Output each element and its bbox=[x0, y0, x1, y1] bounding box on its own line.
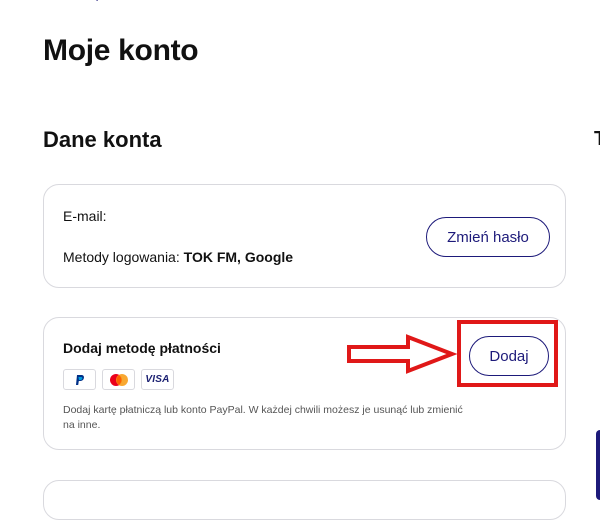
payment-icons: VISA bbox=[63, 369, 174, 390]
page-title: Moje konto bbox=[43, 34, 199, 67]
paypal-icon bbox=[63, 369, 96, 390]
payment-method-title: Dodaj metodę płatności bbox=[63, 340, 221, 356]
annotation-arrow-icon bbox=[347, 334, 458, 374]
mastercard-icon bbox=[102, 369, 135, 390]
cropped-side-element bbox=[596, 430, 600, 500]
annotation-highlight-box bbox=[457, 320, 558, 387]
login-methods-label: Metody logowania: bbox=[63, 249, 180, 265]
email-label: E-mail: bbox=[63, 208, 107, 224]
visa-icon: VISA bbox=[141, 369, 174, 390]
visa-label: VISA bbox=[145, 374, 170, 385]
next-card bbox=[43, 480, 566, 520]
login-methods-value: TOK FM, Google bbox=[183, 249, 294, 265]
change-password-button[interactable]: Zmień hasło bbox=[426, 217, 550, 257]
payment-description: Dodaj kartę płatniczą lub konto PayPal. … bbox=[63, 404, 463, 431]
account-card: E-mail: Metody logowania: TOK FM, Google… bbox=[43, 184, 566, 288]
back-chevron-icon[interactable] bbox=[88, 0, 100, 6]
section-title-account: Dane konta bbox=[43, 127, 162, 152]
cropped-heading: T bbox=[594, 128, 600, 151]
login-methods: Metody logowania: TOK FM, Google bbox=[63, 249, 293, 265]
